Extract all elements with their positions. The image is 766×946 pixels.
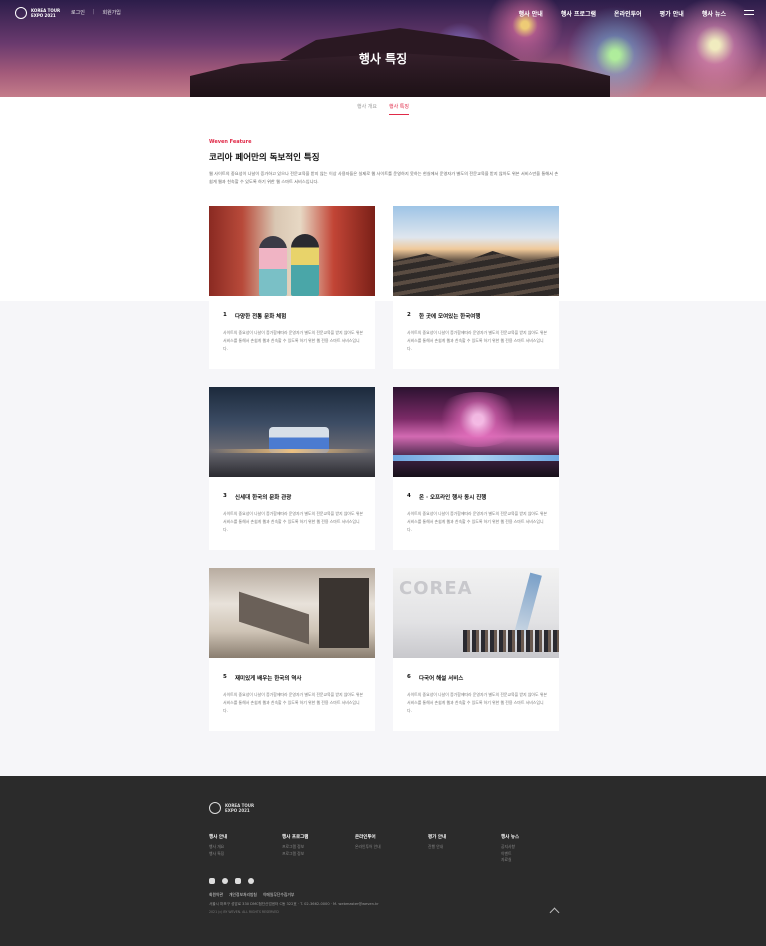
fireworks-bridge-photo	[393, 387, 559, 477]
card-title: 온 · 오프라인 행사 동시 진행	[419, 495, 487, 501]
nav-item-news[interactable]: 행사 뉴스	[702, 9, 726, 18]
footer-sitemap: 행사 안내 행사 개요 행사 특징 행사 프로그램 프로그램 정보 프로그램 정…	[209, 834, 574, 864]
card-title: 신세대 한국의 문화 관광	[235, 495, 292, 501]
footer-column-heading[interactable]: 온라인투어	[355, 834, 428, 840]
section-description: 웹 사이트의 중요성이 나날이 증가하고 있으나 전문교육을 받지 않는 이상 …	[209, 171, 559, 184]
card-title: 다국어 해설 서비스	[419, 676, 464, 682]
feature-card: COREA 6 다국어 해설 서비스 사이트의 중요성이 나날이 증가함에따라 …	[393, 568, 559, 731]
policy-links: 회원약관 개인정보처리방침 이메일무단수집거부	[209, 892, 294, 898]
instagram-circle-icon[interactable]	[222, 878, 228, 884]
card-number: 4	[407, 493, 411, 499]
card-number: 1	[223, 312, 227, 318]
site-footer: KOREA TOUR EXPO 2021 행사 안내 행사 개요 행사 특징 행…	[0, 776, 766, 946]
footer-column-heading[interactable]: 행사 안내	[209, 834, 282, 840]
footer-column: 행사 프로그램 프로그램 정보 프로그램 정보	[282, 834, 355, 864]
card-description: 사이트의 중요성이 나날이 증가함에따라 운영자가 별도의 전문교육을 받지 않…	[407, 511, 547, 532]
footer-column: 행사 뉴스 공지사항 이벤트 자료실	[501, 834, 574, 864]
hero-banner: KOREA TOUR EXPO 2021 로그인 | 회원가입 행사 안내 행사…	[0, 0, 766, 97]
facebook-icon[interactable]	[209, 878, 215, 884]
city-bus-photo	[209, 387, 375, 477]
footer-link[interactable]: 프로그램 정보	[282, 851, 355, 858]
login-link[interactable]: 로그인	[71, 9, 85, 16]
feature-card: 5 재미있게 배우는 한국의 역사 사이트의 중요성이 나날이 증가함에따라 운…	[209, 568, 375, 731]
nav-item-event-info[interactable]: 행사 안내	[519, 9, 543, 18]
footer-column: 온라인투어 온라인투어 안내	[355, 834, 428, 864]
scroll-top-icon[interactable]	[549, 907, 560, 918]
footer-logo[interactable]: KOREA TOUR EXPO 2021	[209, 802, 257, 814]
feature-card: 1 다양한 전통 문화 체험 사이트의 중요성이 나날이 증가함에따라 운영자가…	[209, 206, 375, 369]
hanok-village-photo	[393, 206, 559, 296]
footer-link[interactable]: 진행 안내	[428, 844, 501, 851]
card-description: 사이트의 중요성이 나날이 증가함에따라 운영자가 별도의 전문교육을 받지 않…	[407, 330, 547, 351]
section-title: 코리아 페어만의 독보적인 특징	[209, 153, 320, 163]
tab-features[interactable]: 행사 특징	[389, 97, 409, 115]
footer-column: 행사 안내 행사 개요 행사 특징	[209, 834, 282, 864]
feature-card: 3 신세대 한국의 문화 관광 사이트의 중요성이 나날이 증가함에따라 운영자…	[209, 387, 375, 550]
logo-icon	[209, 802, 221, 814]
hanbok-photo	[209, 206, 375, 296]
feature-card: 2 한 곳에 모여있는 한국여행 사이트의 중요성이 나날이 증가함에따라 운영…	[393, 206, 559, 369]
privacy-link[interactable]: 개인정보처리방침	[229, 892, 257, 898]
footer-link[interactable]: 행사 특징	[209, 851, 282, 858]
museum-photo	[209, 568, 375, 658]
site-logo[interactable]: KOREA TOUR EXPO 2021	[15, 7, 63, 19]
signup-link[interactable]: 회원가입	[103, 9, 121, 16]
logo-text: KOREA TOUR EXPO 2021	[225, 803, 255, 813]
logo-icon	[15, 7, 27, 19]
exhibition-hall-photo: COREA	[393, 568, 559, 658]
nav-item-evaluation[interactable]: 평가 안내	[660, 9, 684, 18]
nav-item-online-tour[interactable]: 온라인투어	[614, 9, 642, 18]
content-background-band	[0, 301, 766, 776]
main-content: Weven Feature 코리아 페어만의 독보적인 특징 웹 사이트의 중요…	[0, 115, 766, 776]
email-policy-link[interactable]: 이메일무단수집거부	[263, 892, 294, 898]
footer-column: 평가 안내 진행 안내	[428, 834, 501, 864]
footer-column-heading[interactable]: 평가 안내	[428, 834, 501, 840]
top-links: 로그인 | 회원가입	[71, 9, 121, 16]
instagram-icon[interactable]	[248, 878, 254, 884]
footer-link[interactable]: 온라인투어 안내	[355, 844, 428, 851]
tab-overview[interactable]: 행사 개요	[357, 97, 377, 115]
main-nav: 행사 안내 행사 프로그램 온라인투어 평가 안내 행사 뉴스	[519, 9, 726, 18]
separator: |	[92, 9, 95, 15]
card-title: 한 곳에 모여있는 한국여행	[419, 314, 481, 320]
card-number: 5	[223, 674, 227, 680]
social-links	[209, 878, 254, 884]
page-title: 행사 특징	[358, 52, 408, 66]
card-number: 2	[407, 312, 411, 318]
logo-text: KOREA TOUR EXPO 2021	[31, 8, 61, 18]
card-number: 6	[407, 674, 411, 680]
feature-card: 4 온 · 오프라인 행사 동시 진행 사이트의 중요성이 나날이 증가함에따라…	[393, 387, 559, 550]
card-description: 사이트의 중요성이 나날이 증가함에따라 운영자가 별도의 전문교육을 받지 않…	[407, 692, 547, 713]
menu-icon[interactable]	[744, 10, 754, 15]
card-title: 재미있게 배우는 한국의 역사	[235, 676, 302, 682]
blog-icon[interactable]	[235, 878, 241, 884]
card-description: 사이트의 중요성이 나날이 증가함에따라 운영자가 별도의 전문교육을 받지 않…	[223, 692, 363, 713]
terms-link[interactable]: 회원약관	[209, 892, 223, 898]
footer-address: 서울시 마포구 성암로 330 DMC첨단산업센터 C동 322호 · T. 0…	[209, 902, 379, 906]
card-number: 3	[223, 493, 227, 499]
nav-item-program[interactable]: 행사 프로그램	[561, 9, 596, 18]
section-eyebrow: Weven Feature	[209, 139, 252, 145]
card-title: 다양한 전통 문화 체험	[235, 314, 287, 320]
footer-copyright: 2021 (c) BY WEVEN. ALL RIGHTS RESERVED	[209, 910, 279, 914]
card-description: 사이트의 중요성이 나날이 증가함에따라 운영자가 별도의 전문교육을 받지 않…	[223, 511, 363, 532]
footer-link[interactable]: 자료실	[501, 857, 574, 864]
card-description: 사이트의 중요성이 나날이 증가함에따라 운영자가 별도의 전문교육을 받지 않…	[223, 330, 363, 351]
sub-tabs: 행사 개요 행사 특징	[0, 97, 766, 115]
footer-column-heading[interactable]: 행사 뉴스	[501, 834, 574, 840]
footer-column-heading[interactable]: 행사 프로그램	[282, 834, 355, 840]
